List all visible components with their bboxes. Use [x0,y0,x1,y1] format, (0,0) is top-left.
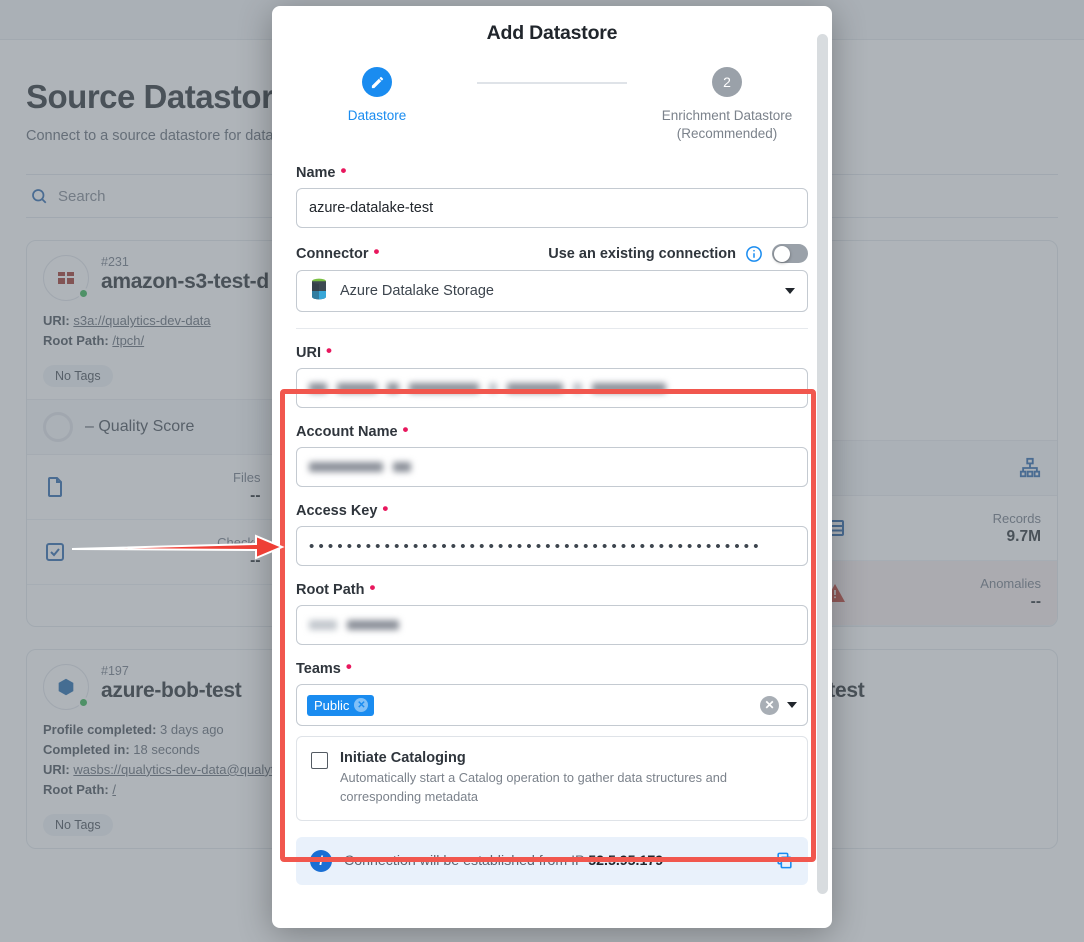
team-chip[interactable]: Public ✕ [307,694,375,716]
copy-icon[interactable] [775,851,794,870]
account-name-input[interactable] [296,447,808,488]
existing-connection-toggle[interactable] [772,244,808,264]
clear-all-icon[interactable]: ✕ [760,695,779,715]
remove-chip-icon[interactable]: ✕ [354,698,369,713]
root-path-field-group: Root Path • [296,578,808,646]
uri-field-group: URI • [296,341,808,409]
teams-label: Teams • [296,657,352,678]
connector-label: Connector • [296,241,380,262]
name-label-text: Name [296,165,336,182]
team-chip-label: Public [314,697,350,713]
step-enrichment-label: Enrichment Datastore [661,108,793,123]
form-divider [296,328,808,330]
step-datastore-label: Datastore [347,108,407,123]
account-name-masked-value [309,462,411,473]
teams-select[interactable]: Public ✕ ✕ [296,684,808,727]
uri-label: URI • [296,341,332,362]
initiate-cataloging-description: Automatically start a Catalog operation … [340,770,727,804]
arrow-annotation [71,534,285,560]
existing-connection-label: Use an existing connection [548,245,736,262]
uri-masked-value [309,383,666,394]
stepper-connector-line [477,82,627,84]
name-field-group: Name • azure-datalake-test [296,161,808,229]
root-path-label: Root Path • [296,578,376,599]
add-datastore-dialog: Add Datastore Datastore 2 Enrichment Dat… [272,6,832,928]
wizard-stepper: Datastore 2 Enrichment Datastore (Recomm… [272,45,832,143]
initiate-cataloging-box[interactable]: Initiate Cataloging Automatically start … [296,736,808,821]
account-name-label: Account Name • [296,420,409,441]
teams-field-group: Teams • Public ✕ ✕ [296,657,808,727]
access-key-masked-value: ••••••••••••••••••••••••••••••••••••••••… [309,537,763,555]
connection-ip-text: Connection will be established from IP 5… [344,853,763,869]
connector-label-text: Connector [296,245,369,262]
access-key-input[interactable]: ••••••••••••••••••••••••••••••••••••••••… [296,526,808,567]
step-number-badge: 2 [712,67,742,97]
uri-input[interactable] [296,368,808,409]
modal-scrollbar[interactable] [817,34,828,894]
dialog-title: Add Datastore [486,22,618,44]
info-icon: i [310,849,332,872]
info-icon[interactable] [745,245,763,263]
chevron-down-icon[interactable] [787,702,797,709]
connector-selected-value: Azure Datalake Storage [340,283,494,300]
pencil-icon [362,67,392,97]
root-path-masked-value [309,620,399,631]
access-key-label: Access Key • [296,499,389,520]
step-enrichment-datastore[interactable]: 2 Enrichment Datastore (Recommended) [627,67,827,143]
initiate-cataloging-label: Initiate Cataloging [340,750,466,767]
root-path-input[interactable] [296,605,808,646]
add-datastore-form: Name • azure-datalake-test Connector • U… [272,143,832,821]
step-datastore[interactable]: Datastore [277,67,477,125]
step-enrichment-sublabel: (Recommended) [676,126,778,142]
access-key-field-group: Access Key • •••••••••••••••••••••••••••… [296,499,808,567]
uri-label-text: URI [296,345,321,362]
connection-ip-notice: i Connection will be established from IP… [296,836,808,885]
name-input[interactable]: azure-datalake-test [296,188,808,229]
toggle-knob [773,245,790,262]
access-key-label-text: Access Key [296,503,378,520]
ip-address: 52.5.95.179 [588,852,664,869]
azure-datalake-icon [309,278,329,305]
chevron-down-icon[interactable] [785,288,795,295]
connector-select[interactable]: Azure Datalake Storage [296,270,808,313]
name-label: Name • [296,161,347,182]
initiate-cataloging-checkbox[interactable] [311,752,328,770]
account-name-label-text: Account Name [296,424,398,441]
account-name-field-group: Account Name • [296,420,808,488]
teams-label-text: Teams [296,661,341,678]
root-path-label-text: Root Path [296,582,365,599]
connector-field-group: Connector • Use an existing connection A… [296,241,808,313]
ip-text-prefix: Connection will be established from IP [344,852,589,869]
